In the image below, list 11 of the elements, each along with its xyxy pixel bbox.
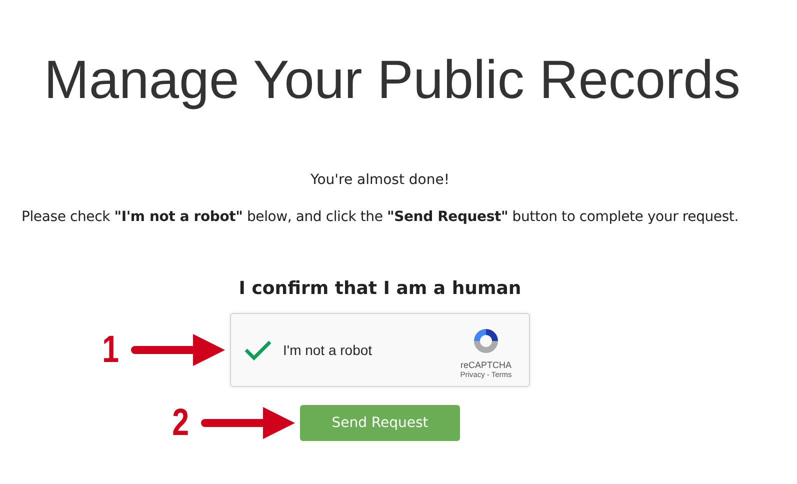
checkmark-icon [244,339,272,361]
section-heading: I confirm that I am a human [238,278,522,299]
instruction-text: Please check "I'm not a robot" below, and click the "Send Request" button to complete your request. [20,209,740,225]
status-message: You're almost done! [310,172,450,188]
arrow-icon [131,332,227,368]
page-title: Manage Your Public Records [43,49,742,112]
arrow-icon [201,405,297,441]
step-number: 1 [102,331,119,369]
brand-label: reCAPTCHA [460,360,512,370]
captcha-label: I'm not a robot [283,342,374,358]
step-number: 2 [172,404,189,442]
